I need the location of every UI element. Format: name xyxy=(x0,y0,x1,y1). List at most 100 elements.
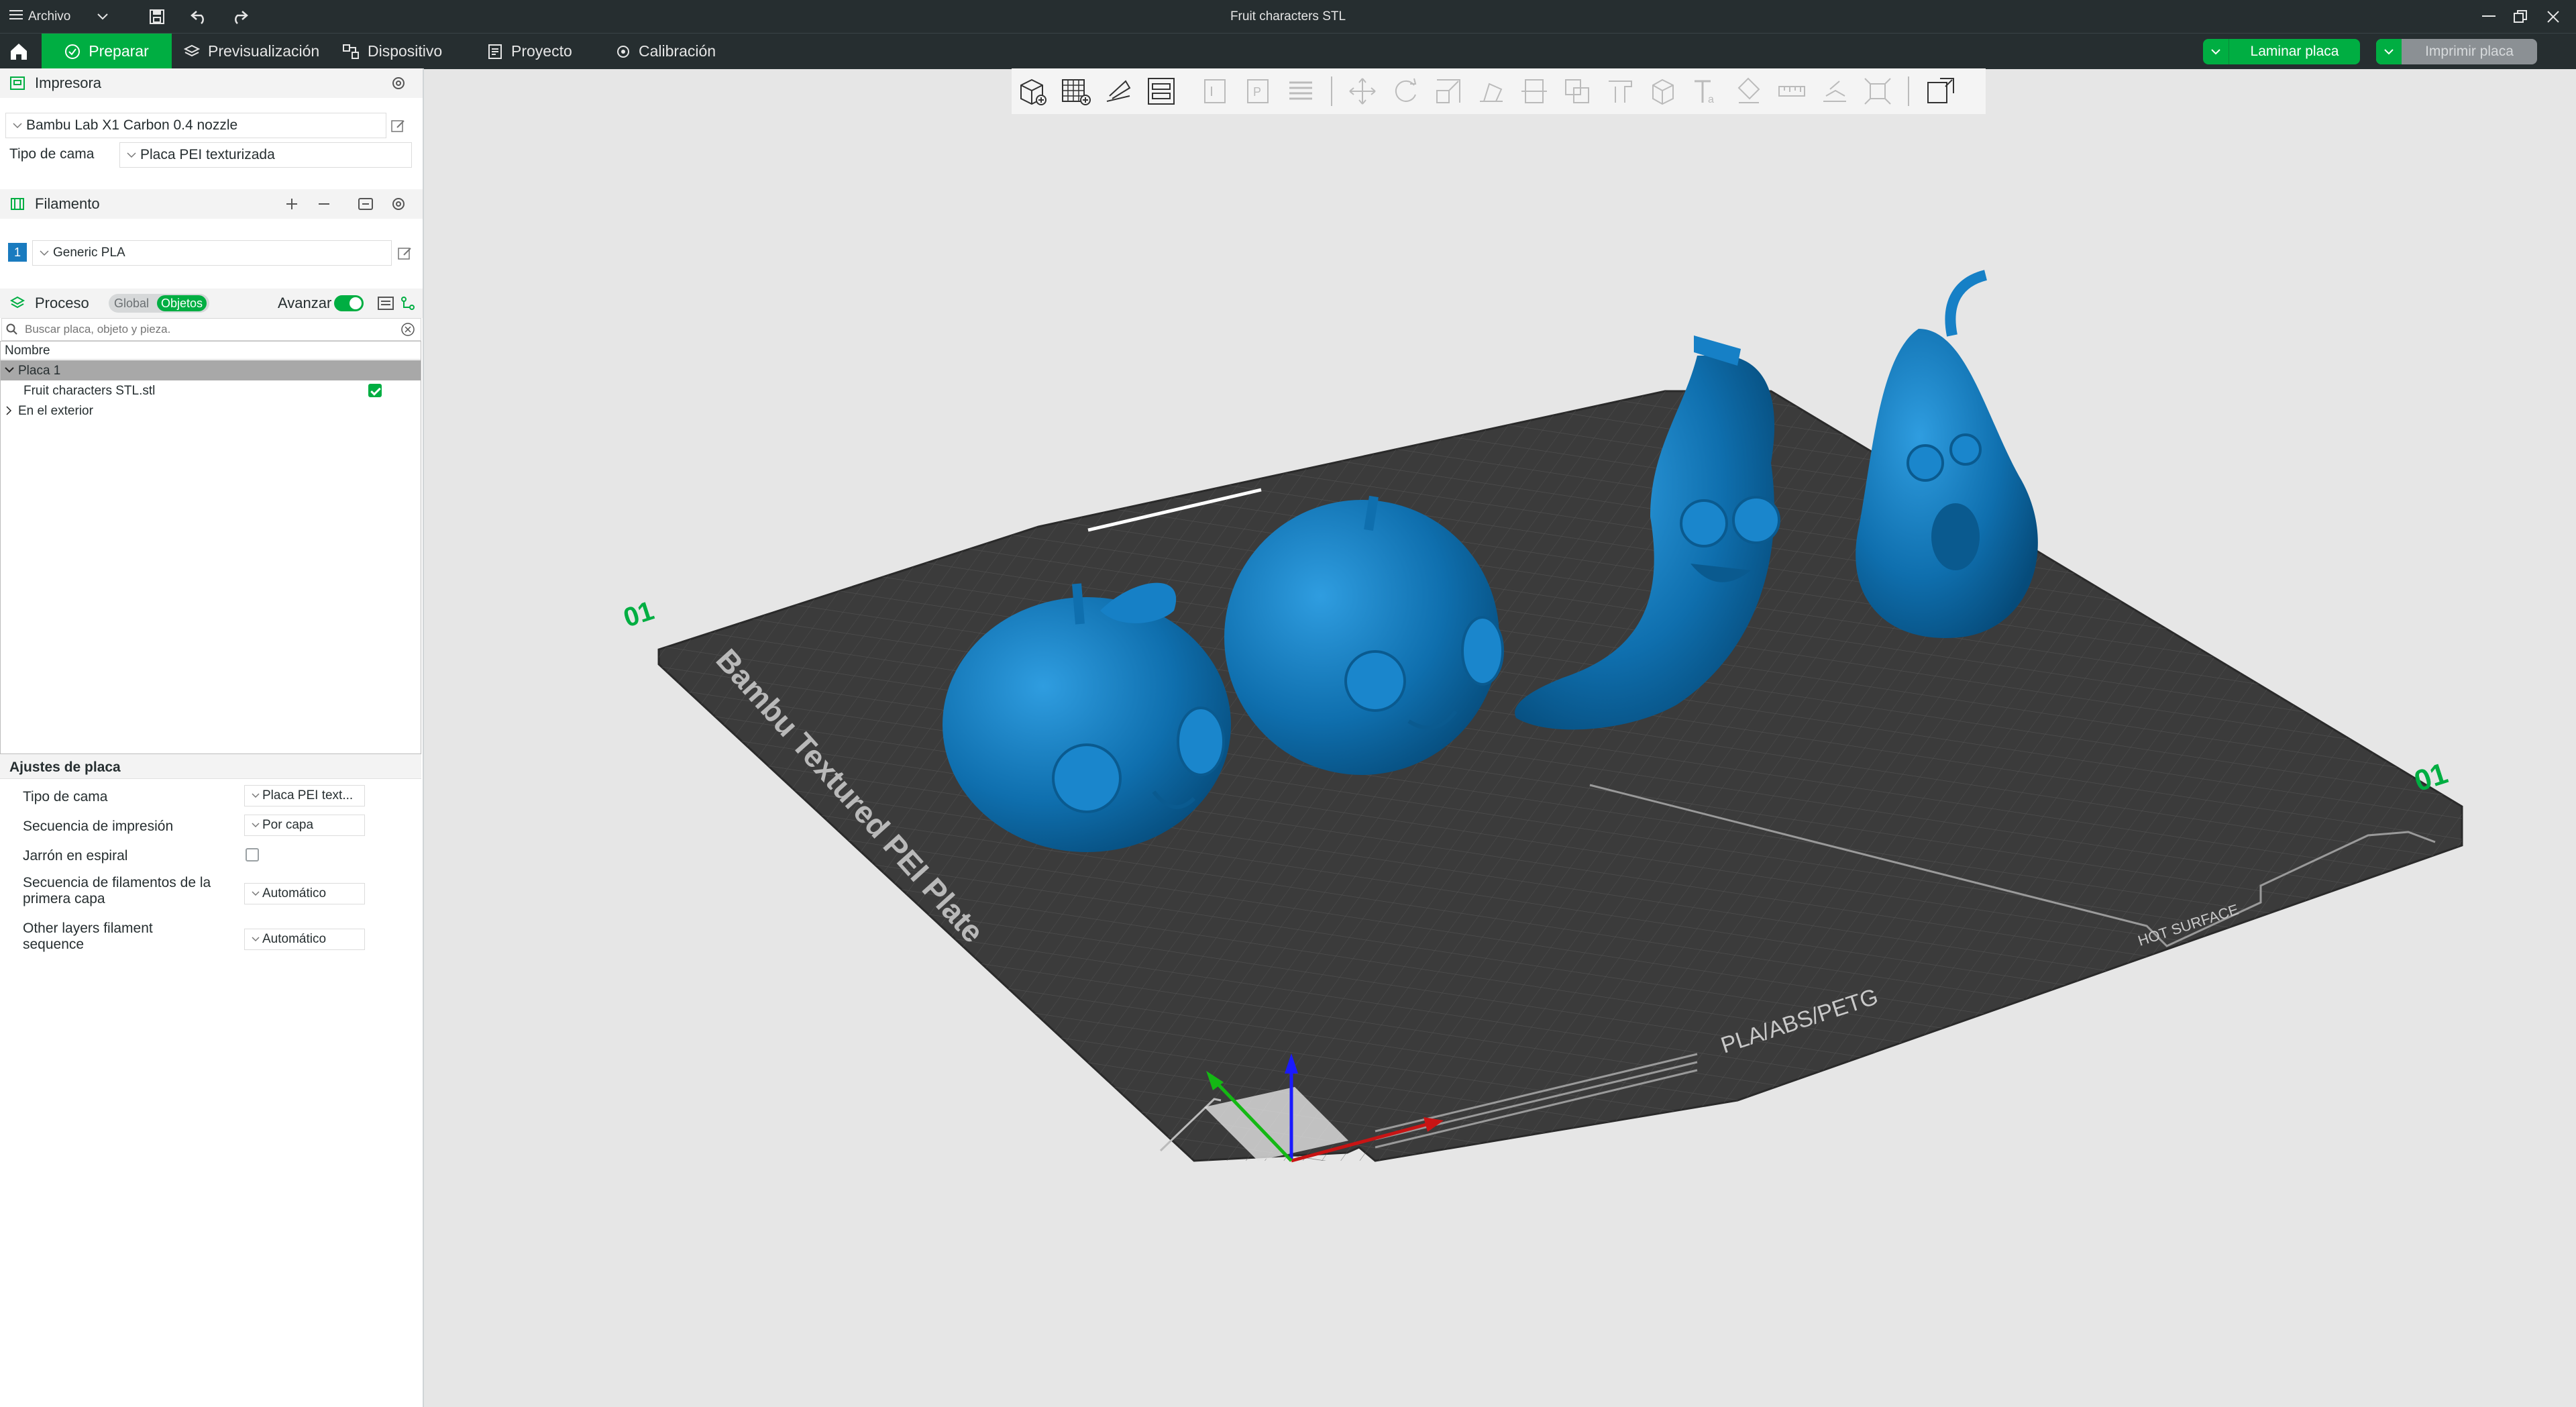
cut-button[interactable] xyxy=(1516,74,1552,109)
lay-on-face-button[interactable] xyxy=(1473,74,1509,109)
boolean-button[interactable] xyxy=(1559,74,1595,109)
file-menu-label: Archivo xyxy=(28,9,71,23)
svg-text:a: a xyxy=(1708,94,1714,105)
measure-button[interactable] xyxy=(1774,74,1810,109)
edit-icon[interactable] xyxy=(397,246,413,262)
file-menu[interactable]: Archivo xyxy=(9,0,109,33)
paint-bucket-icon xyxy=(1737,77,1760,103)
scale-button[interactable] xyxy=(1430,74,1466,109)
3d-viewport[interactable]: Bambu Textured PEI Plate PLA/ABS/PETG HO… xyxy=(423,114,2576,1407)
print-sequence-select[interactable]: Por capa xyxy=(244,815,365,836)
objects-option[interactable]: Objetos xyxy=(157,295,207,311)
add-icon[interactable] xyxy=(284,197,299,211)
restore-button[interactable] xyxy=(2513,0,2528,33)
title-bar: Archivo Fruit characters STL xyxy=(0,0,2576,33)
project-icon xyxy=(488,44,502,59)
layers-icon xyxy=(184,44,200,56)
edit-icon[interactable] xyxy=(390,118,407,134)
hamburger-icon xyxy=(9,9,23,24)
process-section-header: Proceso Global Objetos Avanzar xyxy=(0,289,423,318)
filament-section-header: Filamento xyxy=(0,189,423,219)
calibration-icon xyxy=(617,45,629,58)
view-settings-button[interactable] xyxy=(1923,74,1959,109)
save-button[interactable] xyxy=(149,0,165,33)
global-option[interactable]: Global xyxy=(114,297,149,311)
model-pear[interactable] xyxy=(1856,270,2038,638)
tree-row-outside[interactable]: En el exterior xyxy=(1,401,421,421)
tab-proyecto[interactable]: Proyecto xyxy=(487,34,572,69)
tab-calibracion[interactable]: Calibración xyxy=(616,34,716,69)
remove-icon[interactable] xyxy=(317,197,331,211)
move-button[interactable] xyxy=(1344,74,1381,109)
spiral-vase-checkbox[interactable] xyxy=(246,848,259,862)
printer-model-select[interactable]: Bambu Lab X1 Carbon 0.4 nozzle xyxy=(5,113,386,138)
close-button[interactable] xyxy=(2546,0,2560,33)
plate-name: Placa 1 xyxy=(18,364,61,378)
object-visible-checkbox[interactable] xyxy=(368,384,382,397)
print-plate-button[interactable]: Imprimir placa xyxy=(2376,39,2537,64)
chevron-down-icon[interactable] xyxy=(5,367,14,374)
first-layer-sequence-select[interactable]: Automático xyxy=(244,883,365,904)
slice-plate-button[interactable]: Laminar placa xyxy=(2203,39,2360,64)
add-cube-icon xyxy=(1020,79,1046,105)
support-paint-button[interactable] xyxy=(1602,74,1638,109)
support-icon xyxy=(1609,81,1632,103)
list-icon[interactable] xyxy=(377,295,394,311)
auto-orient-button[interactable] xyxy=(1100,74,1136,109)
redo-icon xyxy=(235,10,248,24)
chevron-right-icon[interactable] xyxy=(6,406,13,415)
spiral-vase-label: Jarrón en espiral xyxy=(23,848,128,864)
global-objects-switch[interactable]: Global Objetos xyxy=(109,294,209,313)
plate-bed-type-select[interactable]: Placa PEI text... xyxy=(244,785,365,806)
print-sequence-label: Secuencia de impresión xyxy=(23,819,174,834)
split-objects-button[interactable] xyxy=(1197,74,1233,109)
rotate-icon xyxy=(1395,78,1417,102)
slice-dropdown-chevron-icon xyxy=(2203,39,2229,64)
gear-icon[interactable] xyxy=(390,75,407,91)
arrange-icon xyxy=(1148,78,1175,105)
home-button[interactable] xyxy=(0,34,38,69)
outside-name: En el exterior xyxy=(18,404,93,418)
build-plate[interactable] xyxy=(657,390,2463,1162)
assembly-button[interactable] xyxy=(1817,74,1853,109)
layers-editing-button[interactable] xyxy=(1283,74,1319,109)
object-search-input[interactable] xyxy=(23,321,388,338)
clear-icon[interactable] xyxy=(400,322,415,337)
object-search-box xyxy=(1,318,421,341)
left-sidebar: Impresora Bambu Lab X1 Carbon 0.4 nozzle… xyxy=(0,68,424,1407)
bed-type-select[interactable]: Placa PEI texturizada xyxy=(119,142,412,168)
tree-icon[interactable] xyxy=(400,295,416,311)
explode-button[interactable] xyxy=(1860,74,1896,109)
text-tool-button[interactable]: a xyxy=(1688,74,1724,109)
plate-grid-button[interactable] xyxy=(1057,74,1093,109)
seam-paint-button[interactable] xyxy=(1645,74,1681,109)
undo-icon xyxy=(191,10,204,24)
split-icon xyxy=(1204,79,1226,103)
name-column-header[interactable]: Nombre xyxy=(5,344,50,358)
tree-row-object[interactable]: Fruit characters STL.stl xyxy=(1,380,421,401)
seam-icon xyxy=(1652,79,1674,105)
other-layers-sequence-select[interactable]: Automático xyxy=(244,929,365,950)
printer-header-label: Impresora xyxy=(35,74,102,91)
tab-previsualizacion[interactable]: Previsualización xyxy=(184,34,319,69)
tab-preparar[interactable]: Preparar xyxy=(42,34,172,69)
prepare-icon xyxy=(65,44,80,59)
filament-select[interactable]: Generic PLA xyxy=(32,240,392,266)
add-object-button[interactable] xyxy=(1014,74,1051,109)
tree-row-plate[interactable]: Placa 1 xyxy=(1,360,421,380)
advance-toggle[interactable] xyxy=(334,295,364,311)
split-parts-button[interactable]: P xyxy=(1240,74,1276,109)
tab-dispositivo[interactable]: Dispositivo xyxy=(342,34,442,69)
gear-icon[interactable] xyxy=(390,196,407,212)
object-list: Nombre Placa 1 Fruit characters STL.stl … xyxy=(0,341,421,754)
rotate-button[interactable] xyxy=(1387,74,1424,109)
chevron-down-icon xyxy=(252,823,260,828)
color-paint-button[interactable] xyxy=(1731,74,1767,109)
main-tab-bar: Preparar Previsualización Dispositivo Pr… xyxy=(0,33,2576,69)
sync-icon[interactable] xyxy=(357,196,374,212)
undo-button[interactable] xyxy=(191,0,208,33)
filament-slot-badge[interactable]: 1 xyxy=(8,243,27,262)
redo-button[interactable] xyxy=(231,0,248,33)
arrange-button[interactable] xyxy=(1143,74,1179,109)
minimize-button[interactable] xyxy=(2482,0,2496,33)
